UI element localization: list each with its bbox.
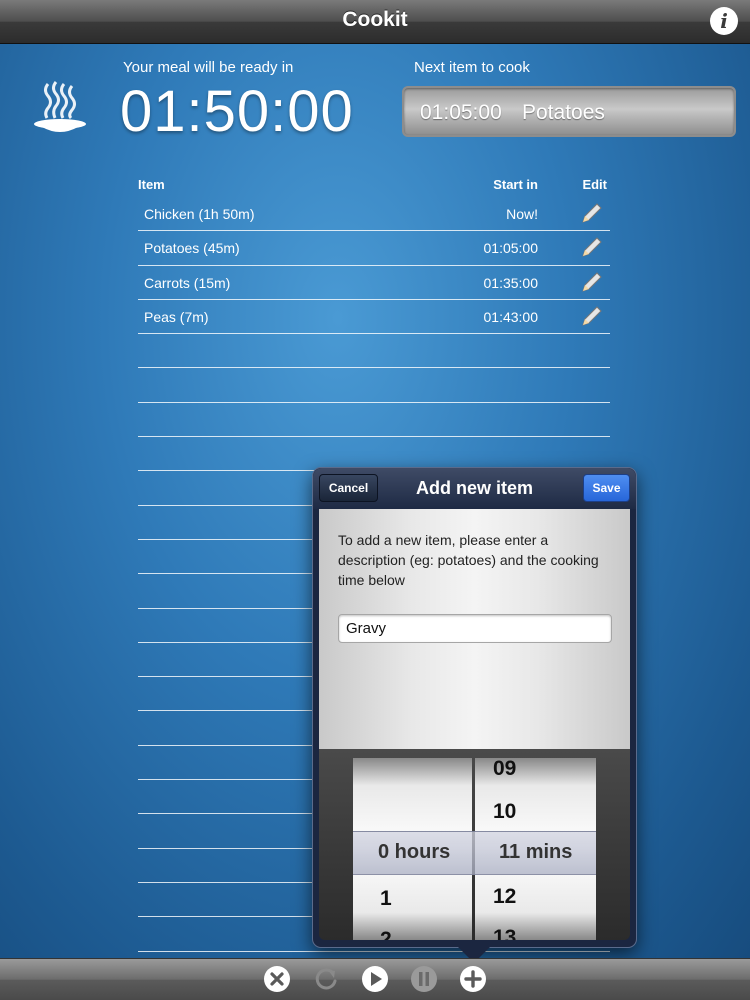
table-header: Item Start in Edit [138, 171, 610, 197]
minutes-option[interactable]: 12 [475, 885, 596, 909]
popover-body: To add a new item, please enter a descri… [319, 509, 630, 749]
save-button[interactable]: Save [583, 474, 630, 502]
cooking-time-picker[interactable]: 1 2 09 10 12 13 0 hours 11 mins [319, 749, 630, 940]
pencil-icon[interactable] [580, 270, 604, 294]
pencil-icon[interactable] [580, 201, 604, 225]
selected-minutes: 11 mins [499, 841, 573, 863]
next-item-name: Potatoes [522, 101, 605, 124]
empty-row [138, 403, 610, 438]
item-description-input[interactable] [338, 614, 612, 643]
add-item-popover: Cancel Add new item Save To add a new it… [312, 467, 637, 963]
ready-label: Your meal will be ready in [123, 59, 294, 76]
next-item-time: 01:05:00 [420, 101, 502, 124]
next-item-label: Next item to cook [414, 59, 530, 76]
table-row[interactable]: Peas (7m) 01:43:00 [138, 300, 610, 335]
column-start: Start in [493, 177, 538, 192]
pencil-icon[interactable] [580, 304, 604, 328]
next-item-box: 01:05:00 Potatoes [402, 86, 736, 137]
table-row[interactable]: Potatoes (45m) 01:05:00 [138, 231, 610, 266]
table-row[interactable]: Carrots (15m) 01:35:00 [138, 266, 610, 300]
row-start-time: 01:05:00 [483, 240, 539, 257]
bottom-toolbar [0, 958, 750, 1000]
row-start-time: 01:35:00 [483, 274, 539, 291]
app-title: Cookit [342, 8, 408, 31]
minutes-option[interactable]: 09 [475, 758, 596, 781]
minutes-option[interactable]: 10 [475, 800, 596, 824]
empty-row [138, 368, 610, 403]
pause-icon[interactable] [409, 964, 439, 994]
add-icon[interactable] [458, 964, 488, 994]
empty-row [138, 334, 610, 369]
table-row[interactable]: Chicken (1h 50m) Now! [138, 197, 610, 232]
play-icon[interactable] [360, 964, 390, 994]
row-item-name: Chicken (1h 50m) [144, 206, 255, 222]
selected-hours: 0 hours [378, 841, 451, 863]
column-edit: Edit [582, 177, 607, 192]
popover-instructions: To add a new item, please enter a descri… [338, 532, 599, 588]
minutes-option[interactable]: 13 [475, 926, 596, 940]
close-icon[interactable] [262, 964, 292, 994]
pencil-icon[interactable] [580, 235, 604, 259]
refresh-icon[interactable] [311, 964, 341, 994]
row-item-name: Peas (7m) [144, 308, 209, 325]
steaming-dish-icon [34, 81, 86, 132]
title-bar: Cookit i [0, 0, 750, 44]
column-item: Item [138, 177, 165, 192]
info-icon[interactable]: i [710, 7, 738, 35]
ready-time: 01:50:00 [120, 79, 354, 144]
row-item-name: Potatoes (45m) [144, 240, 240, 257]
row-item-name: Carrots (15m) [144, 274, 231, 291]
hours-option[interactable]: 2 [353, 928, 472, 940]
hours-option[interactable]: 1 [353, 887, 472, 911]
row-start-time: 01:43:00 [483, 308, 539, 325]
row-start-time: Now! [506, 206, 538, 222]
popover-header: Cancel Add new item Save [313, 468, 636, 509]
